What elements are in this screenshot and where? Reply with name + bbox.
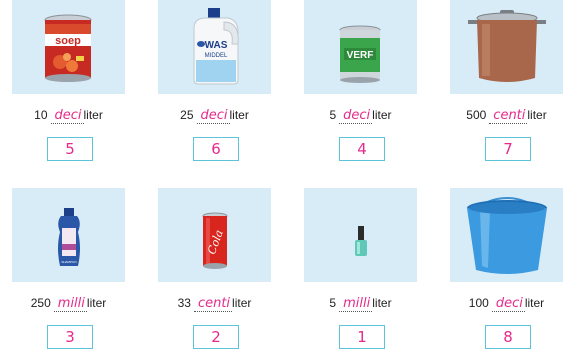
answer-box[interactable]: 1 [339,325,385,349]
item-card-pot: 500 centi liter 7 [450,0,563,161]
capacity-caption: 5 milli liter [304,294,417,312]
capacity-caption: 25 deci liter [158,106,271,124]
picture-panel: Cola [158,188,271,282]
prefix-answer-line: centi [489,108,528,124]
capacity-caption: 500 centi liter [450,106,563,124]
cooking-pot-icon [468,10,546,82]
prefix-answer-line: deci [339,108,373,124]
svg-text:soep: soep [55,35,81,47]
answer-box[interactable]: 8 [485,325,531,349]
prefix-answer-line: centi [193,296,233,312]
svg-text:VERF: VERF [347,50,374,61]
prefix-handwriting: centi [197,296,231,311]
unit-text: liter [524,296,545,310]
prefix-handwriting: deci [200,108,228,123]
svg-text:MIDDEL: MIDDEL [205,53,228,59]
prefix-answer-line: milli [339,296,373,312]
amount-value: 33 [177,296,191,310]
nail-polish-icon [355,226,367,256]
amount-value: 5 [329,108,337,122]
paint-can-icon: VERF [339,25,381,83]
unit-text: liter [229,108,249,122]
amount-value: 250 [30,296,51,310]
item-card-shampoo: SHAMPOO 250 milli liter 3 [12,188,125,349]
capacity-caption: 100 deci liter [450,294,563,312]
shampoo-bottle-icon: SHAMPOO [58,208,80,266]
answer-box[interactable]: 3 [47,325,93,349]
unit-text: liter [527,108,547,122]
prefix-answer-line: milli [53,296,87,312]
capacity-caption: 5 deci liter [304,106,417,124]
picture-panel: SHAMPOO [12,188,125,282]
capacity-caption: 250 milli liter [12,294,125,312]
prefix-handwriting: deci [343,108,371,123]
unit-text: liter [83,108,103,122]
picture-panel: VERF [304,0,417,94]
prefix-answer-line: deci [50,108,84,124]
item-card-paint: VERF 5 deci liter 4 [304,0,417,161]
answer-box[interactable]: 2 [193,325,239,349]
picture-panel: WAS MIDDEL [158,0,271,94]
item-card-soup: soep 10 deci liter 5 [12,0,125,161]
detergent-bottle-icon: WAS MIDDEL [193,8,239,85]
item-card-detergent: WAS MIDDEL 25 deci liter 6 [158,0,271,161]
answer-box[interactable]: 6 [193,137,239,161]
picture-panel: soep [12,0,125,94]
capacity-caption: 33 centi liter [158,294,271,312]
item-card-nail-polish: 5 milli liter 1 [304,188,417,349]
unit-text: liter [86,296,107,310]
prefix-answer-line: deci [491,296,525,312]
answer-box[interactable]: 7 [485,137,531,161]
prefix-handwriting: deci [495,296,523,311]
amount-value: 500 [466,108,487,122]
amount-value: 5 [329,296,337,310]
unit-text: liter [372,108,392,122]
picture-panel [450,0,563,94]
prefix-handwriting: centi [493,108,526,123]
bucket-icon [467,197,547,274]
capacity-caption: 10 deci liter [12,106,125,124]
soup-can-icon: soep [44,14,92,82]
cola-can-icon: Cola [202,212,228,269]
svg-text:SHAMPOO: SHAMPOO [61,260,77,264]
svg-text:WAS: WAS [205,40,228,51]
answer-box[interactable]: 5 [47,137,93,161]
item-card-cola: Cola 33 centi liter 2 [158,188,271,349]
picture-panel [304,188,417,282]
unit-text: liter [372,296,392,310]
amount-value: 25 [180,108,194,122]
item-card-bucket: 100 deci liter 8 [450,188,563,349]
prefix-handwriting: milli [343,296,371,311]
unit-text: liter [232,296,252,310]
prefix-handwriting: deci [54,108,82,123]
prefix-handwriting: milli [57,296,85,311]
amount-value: 10 [34,108,48,122]
prefix-answer-line: deci [196,108,230,124]
picture-panel [450,188,563,282]
amount-value: 100 [468,296,489,310]
answer-box[interactable]: 4 [339,137,385,161]
